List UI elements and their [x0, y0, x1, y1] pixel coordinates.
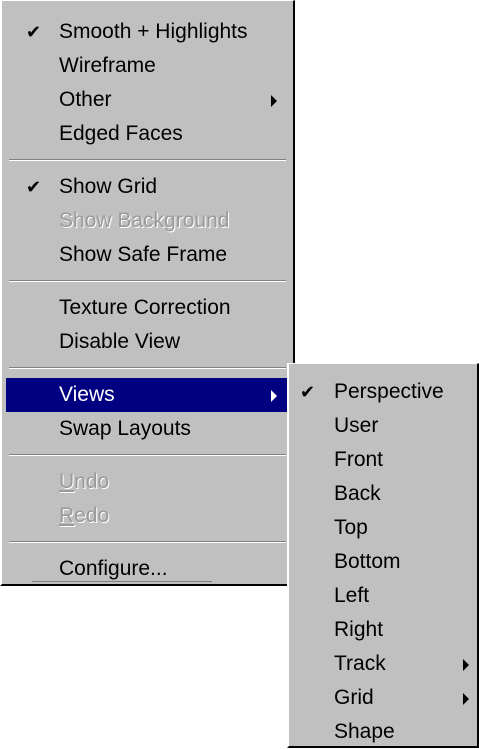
mnemonic-letter: U — [59, 470, 75, 493]
checkmark-icon: ✔ — [26, 177, 42, 197]
menu-item-label: Show Grid — [59, 175, 158, 198]
submenu-item-bottom[interactable]: Bottom — [289, 545, 477, 579]
submenu-arrow-icon — [463, 693, 469, 705]
menu-item-label: Left — [334, 584, 370, 607]
menu-item-label: Right — [334, 618, 384, 641]
menu-item-texture-correction[interactable]: Texture Correction — [2, 291, 293, 325]
menu-item-other[interactable]: Other — [2, 83, 293, 117]
menu-item-label: Grid — [334, 686, 374, 709]
menu-item-label: Undo — [59, 470, 110, 493]
views-submenu: ✔ Perspective User Front Back Top Bottom… — [287, 363, 479, 748]
menu-item-label: Top — [334, 516, 368, 539]
menu-item-label: Texture Correction — [59, 296, 231, 319]
submenu-item-track[interactable]: Track — [289, 647, 477, 681]
submenu-item-shape[interactable]: Shape — [289, 715, 477, 749]
menu-item-swap-layouts[interactable]: Swap Layouts — [2, 412, 293, 446]
submenu-item-user[interactable]: User — [289, 409, 477, 443]
menu-item-label: Front — [334, 448, 384, 471]
submenu-item-right[interactable]: Right — [289, 613, 477, 647]
menu-item-label: Wireframe — [59, 54, 156, 77]
submenu-arrow-icon — [463, 659, 469, 671]
menu-item-label: Shape — [334, 720, 395, 743]
menu-item-smooth-highlights[interactable]: ✔ Smooth + Highlights — [2, 15, 293, 49]
menu-separator — [9, 280, 286, 282]
submenu-item-perspective[interactable]: ✔ Perspective — [289, 375, 477, 409]
menu-item-wireframe[interactable]: Wireframe — [2, 49, 293, 83]
mnemonic-letter: R — [59, 504, 75, 527]
menu-item-label: Swap Layouts — [59, 417, 191, 440]
viewport-context-menu: ✔ Smooth + Highlights Wireframe Other Ed… — [0, 0, 295, 586]
submenu-arrow-icon — [271, 390, 277, 402]
menu-item-label: Bottom — [334, 550, 401, 573]
submenu-arrow-icon — [271, 95, 277, 107]
submenu-item-left[interactable]: Left — [289, 579, 477, 613]
submenu-item-back[interactable]: Back — [289, 477, 477, 511]
menu-item-label: Show Safe Frame — [59, 243, 228, 266]
checkmark-icon: ✔ — [26, 22, 42, 42]
menu-item-undo: Undo — [2, 465, 293, 499]
submenu-item-top[interactable]: Top — [289, 511, 477, 545]
menu-item-label: Views — [59, 383, 115, 406]
menu-item-views[interactable]: Views — [6, 378, 289, 412]
menu-item-label: Track — [334, 652, 386, 675]
submenu-item-front[interactable]: Front — [289, 443, 477, 477]
menu-item-show-grid[interactable]: ✔ Show Grid — [2, 170, 293, 204]
menu-item-label: Perspective — [334, 380, 444, 403]
menu-item-show-background: Show Background — [2, 204, 293, 238]
menu-separator — [32, 581, 212, 582]
menu-item-label: Other — [59, 88, 112, 111]
checkmark-icon: ✔ — [300, 382, 316, 402]
menu-separator — [9, 454, 286, 456]
menu-separator — [9, 159, 286, 161]
menu-item-label: Edged Faces — [59, 122, 183, 145]
menu-item-label: Back — [334, 482, 381, 505]
submenu-item-grid[interactable]: Grid — [289, 681, 477, 715]
menu-separator — [9, 367, 286, 369]
menu-item-disable-view[interactable]: Disable View — [2, 325, 293, 359]
menu-item-label: Redo — [59, 504, 110, 527]
menu-item-redo: Redo — [2, 499, 293, 533]
menu-item-label: Smooth + Highlights — [59, 20, 248, 43]
menu-item-edged-faces[interactable]: Edged Faces — [2, 117, 293, 151]
menu-item-show-safe-frame[interactable]: Show Safe Frame — [2, 238, 293, 272]
menu-item-label: Disable View — [59, 330, 181, 353]
menu-item-label: Show Background — [59, 209, 230, 232]
menu-separator — [9, 541, 286, 543]
menu-item-label: User — [334, 414, 379, 437]
